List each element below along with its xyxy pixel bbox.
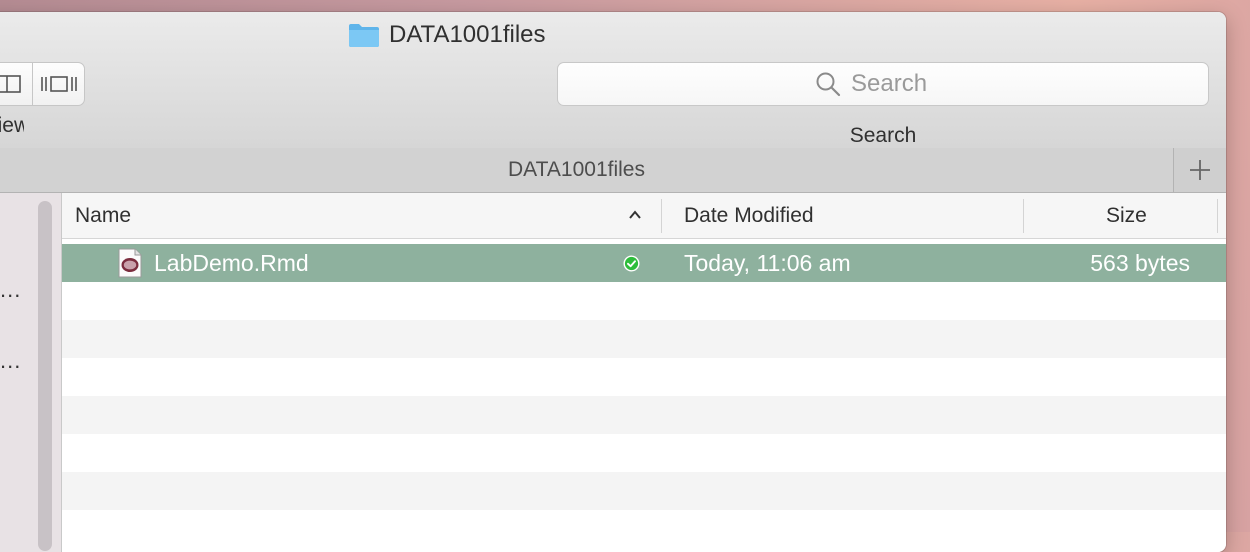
rmd-file-icon bbox=[118, 248, 142, 278]
finder-window: DATA1001files View bbox=[0, 12, 1226, 552]
plus-icon bbox=[1190, 160, 1210, 180]
column-name-header[interactable]: Name bbox=[75, 193, 131, 238]
empty-row bbox=[62, 282, 1226, 320]
new-tab-button[interactable] bbox=[1173, 148, 1226, 192]
column-divider[interactable] bbox=[1217, 199, 1218, 233]
empty-row bbox=[62, 358, 1226, 396]
search-icon bbox=[816, 72, 841, 97]
file-date-modified: Today, 11:06 am bbox=[684, 250, 851, 276]
chevron-up-icon[interactable] bbox=[628, 209, 642, 221]
file-name: LabDemo.Rmd bbox=[154, 250, 309, 276]
empty-row bbox=[62, 510, 1226, 548]
view-label: View bbox=[0, 114, 24, 137]
tab-title[interactable]: DATA1001files bbox=[0, 148, 1173, 192]
file-rows: LabDemo.Rmd Today, 11:06 am 563 bytes bbox=[62, 244, 1226, 548]
search-input[interactable] bbox=[851, 70, 951, 98]
column-header: Name Date Modified Size bbox=[62, 193, 1226, 239]
window-title: DATA1001files bbox=[348, 21, 546, 49]
tab-bar: DATA1001files bbox=[0, 148, 1226, 193]
view-mode-segment[interactable] bbox=[0, 62, 85, 106]
cover-flow-button[interactable] bbox=[32, 63, 84, 105]
empty-row bbox=[62, 396, 1226, 434]
column-date-header[interactable]: Date Modified bbox=[684, 193, 814, 238]
sidebar-scrollbar[interactable] bbox=[38, 201, 52, 551]
sidebar-item-truncated[interactable]: ... bbox=[0, 348, 21, 374]
empty-row bbox=[62, 320, 1226, 358]
cover-flow-icon bbox=[40, 76, 77, 92]
folder-icon bbox=[349, 24, 379, 47]
file-list: Name Date Modified Size LabDemo.Rmd Toda… bbox=[62, 193, 1226, 552]
window-title-text: DATA1001files bbox=[389, 21, 546, 48]
column-divider[interactable] bbox=[661, 199, 662, 233]
search-field[interactable] bbox=[557, 62, 1209, 106]
toolbar: DATA1001files View bbox=[0, 12, 1226, 149]
column-size-header[interactable]: Size bbox=[1106, 193, 1147, 238]
sidebar-item-truncated[interactable]: ... bbox=[0, 277, 21, 303]
sidebar: ... ... bbox=[0, 193, 62, 552]
column-view-icon bbox=[0, 75, 21, 93]
empty-row bbox=[62, 434, 1226, 472]
search-label: Search bbox=[849, 124, 917, 147]
file-size: 563 bytes bbox=[1090, 250, 1190, 276]
synced-check-icon bbox=[623, 255, 640, 272]
column-view-button[interactable] bbox=[0, 63, 32, 105]
file-row[interactable]: LabDemo.Rmd Today, 11:06 am 563 bytes bbox=[62, 244, 1226, 282]
empty-row bbox=[62, 472, 1226, 510]
column-divider[interactable] bbox=[1023, 199, 1024, 233]
